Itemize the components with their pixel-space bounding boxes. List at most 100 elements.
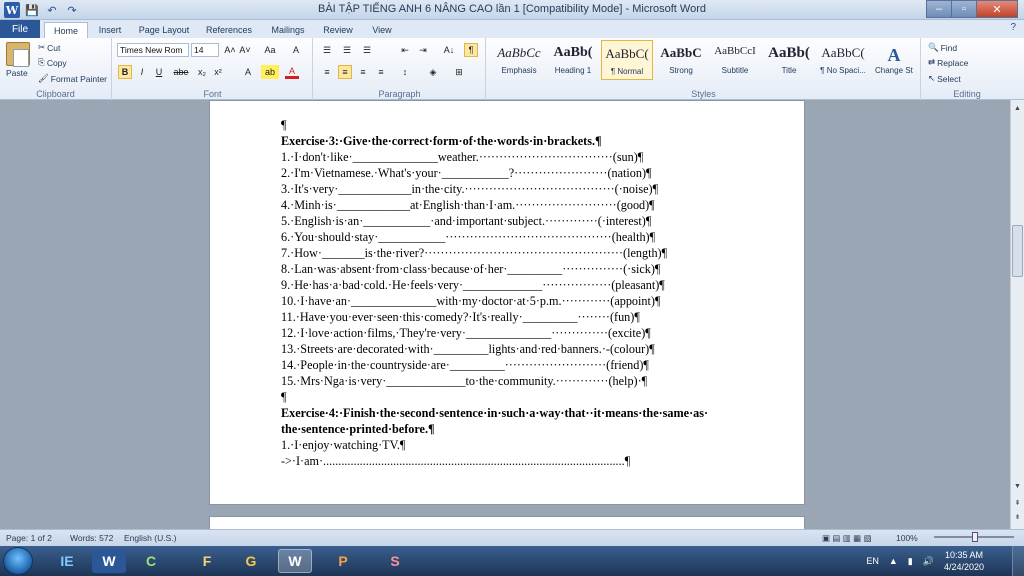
exercise-heading-line[interactable]: Exercise·4:·Finish·the·second·sentence·i…: [281, 405, 761, 421]
change-styles-button[interactable]: A Change Styles: [875, 40, 913, 80]
zoom-slider-knob[interactable]: [972, 532, 978, 542]
align-right-button[interactable]: ≡: [356, 65, 370, 79]
language-indicator[interactable]: English (U.S.): [124, 533, 176, 543]
document-line[interactable]: ¶: [281, 117, 761, 133]
align-left-button[interactable]: ≡: [320, 65, 334, 79]
input-language[interactable]: EN: [866, 556, 879, 566]
decrease-indent-button[interactable]: ⇤: [398, 43, 412, 57]
line-spacing-button[interactable]: ↕: [398, 65, 412, 79]
bold-button[interactable]: B: [118, 65, 132, 79]
document-line[interactable]: 10.·I·have·an·______________with·my·doct…: [281, 293, 761, 309]
minimize-button[interactable]: –: [926, 0, 952, 18]
document-line[interactable]: 15.·Mrs·Nga·is·very·_____________to·the·…: [281, 373, 761, 389]
format-painter-button[interactable]: 🖌 Format Painter: [38, 73, 107, 84]
tab-view[interactable]: View: [364, 22, 400, 38]
maximize-button[interactable]: ▫: [951, 0, 977, 18]
sort-button[interactable]: A↓: [440, 43, 458, 57]
document-line[interactable]: 11.·Have·you·ever·seen·this·comedy?·It's…: [281, 309, 761, 325]
exercise-heading-line[interactable]: Exercise·3:·Give·the·correct·form·of·the…: [281, 133, 761, 149]
clear-format-button[interactable]: A: [289, 43, 303, 57]
scroll-up-icon[interactable]: ▲: [1011, 102, 1024, 115]
show-formatting-button[interactable]: ¶: [464, 43, 478, 57]
shading-button[interactable]: ◈: [426, 65, 440, 79]
style-heading-1[interactable]: AaBb( Heading 1: [547, 40, 599, 80]
bullets-button[interactable]: ☰: [320, 43, 334, 57]
style-title[interactable]: AaBb( Title: [763, 40, 815, 80]
change-case-button[interactable]: Aa: [263, 43, 277, 57]
tab-insert[interactable]: Insert: [90, 22, 130, 38]
multilevel-list-button[interactable]: ☰: [360, 43, 374, 57]
exercise-heading-line[interactable]: the·sentence·printed·before.¶: [281, 421, 761, 437]
taskbar-coccoc-icon[interactable]: C: [134, 549, 168, 573]
italic-button[interactable]: I: [135, 65, 149, 79]
document-body[interactable]: ¶ Exercise·3:·Give·the·correct·form·of·th…: [281, 117, 761, 469]
start-button[interactable]: [3, 547, 33, 575]
tab-page-layout[interactable]: Page Layout: [134, 22, 194, 38]
taskbar-media-player-icon[interactable]: P: [326, 549, 360, 573]
select-button[interactable]: ↖ Select: [928, 73, 961, 84]
taskbar-word-icon[interactable]: W: [92, 549, 126, 573]
taskbar-word-active-icon[interactable]: W: [278, 549, 312, 573]
document-line[interactable]: 8.·Lan·was·absent·from·class·because·of·…: [281, 261, 761, 277]
justify-button[interactable]: ≡: [374, 65, 388, 79]
style-normal[interactable]: AaBbC( ¶ Normal: [601, 40, 653, 80]
next-page-icon[interactable]: ⇟: [1011, 510, 1024, 523]
subscript-button[interactable]: x₂: [195, 65, 209, 79]
cut-button[interactable]: ✂ Cut: [38, 42, 60, 53]
grow-font-button[interactable]: A˄: [223, 43, 237, 57]
borders-button[interactable]: ⊞: [452, 65, 466, 79]
document-line[interactable]: 14.·People·in·the·countryside·are·______…: [281, 357, 761, 373]
tab-file[interactable]: File: [0, 20, 40, 38]
taskbar-file-explorer-icon[interactable]: F: [190, 549, 224, 573]
paste-icon[interactable]: [6, 42, 30, 67]
align-center-button[interactable]: ≡: [338, 65, 352, 79]
taskbar-chrome-icon[interactable]: G: [234, 549, 268, 573]
superscript-button[interactable]: x²: [211, 65, 225, 79]
document-line[interactable]: 6.·You·should·stay·___________··········…: [281, 229, 761, 245]
document-line[interactable]: ¶: [281, 389, 761, 405]
tab-mailings[interactable]: Mailings: [264, 22, 312, 38]
taskbar-snipping-tool-icon[interactable]: S: [378, 549, 412, 573]
find-button[interactable]: 🔍 Find: [928, 42, 957, 53]
increase-indent-button[interactable]: ⇥: [416, 43, 430, 57]
volume-icon[interactable]: 🔊: [923, 556, 934, 567]
show-desktop-button[interactable]: [1012, 546, 1024, 576]
text-effects-icon[interactable]: A: [241, 65, 255, 79]
tab-home[interactable]: Home: [44, 22, 88, 39]
document-line[interactable]: 3.·It's·very·____________in·the·city.···…: [281, 181, 761, 197]
document-line[interactable]: 1.·I·don't·like·______________weather.··…: [281, 149, 761, 165]
document-line[interactable]: 13.·Streets·are·decorated·with·_________…: [281, 341, 761, 357]
close-button[interactable]: ✕: [976, 0, 1018, 18]
network-icon[interactable]: ▮: [908, 556, 913, 567]
scroll-thumb[interactable]: [1012, 225, 1023, 277]
zoom-level[interactable]: 100%: [896, 533, 918, 543]
document-line[interactable]: 1.·I·enjoy·watching·TV.¶: [281, 437, 761, 453]
font-name-select[interactable]: Times New Rom: [117, 43, 189, 57]
document-page[interactable]: ¶ Exercise·3:·Give·the·correct·form·of·th…: [209, 100, 805, 505]
paste-button[interactable]: Paste: [6, 68, 28, 78]
page-count[interactable]: Page: 1 of 2: [6, 533, 52, 543]
taskbar-clock[interactable]: 10:35 AM 4/24/2020: [944, 549, 984, 573]
font-size-select[interactable]: 14: [191, 43, 219, 57]
shrink-font-button[interactable]: A˅: [238, 43, 252, 57]
font-color-button[interactable]: A: [285, 65, 299, 79]
scroll-down-icon[interactable]: ▼: [1011, 480, 1024, 493]
style-emphasis[interactable]: AaBbCc Emphasis: [493, 40, 545, 80]
view-buttons-icon[interactable]: ▣ ▤ ▥ ▦ ▧: [822, 533, 872, 544]
strikethrough-button[interactable]: abe: [171, 65, 191, 79]
style-subtitle[interactable]: AaBbCcI Subtitle: [709, 40, 761, 80]
help-icon[interactable]: ?: [1010, 22, 1016, 33]
document-line[interactable]: 9.·He·has·a·bad·cold.·He·feels·very·____…: [281, 277, 761, 293]
taskbar-internet-explorer-icon[interactable]: IE: [50, 549, 84, 573]
tab-review[interactable]: Review: [316, 22, 360, 38]
document-page-2[interactable]: [209, 516, 805, 529]
document-line[interactable]: 2.·I'm·Vietnamese.·What's·your·_________…: [281, 165, 761, 181]
tray-up-arrow-icon[interactable]: ▲: [889, 556, 898, 566]
replace-button[interactable]: ⇄ Replace: [928, 57, 968, 68]
underline-button[interactable]: U: [152, 65, 166, 79]
document-line[interactable]: 5.·English·is·an·___________·and·importa…: [281, 213, 761, 229]
tab-references[interactable]: References: [200, 22, 258, 38]
highlight-button[interactable]: ab: [261, 65, 279, 79]
document-line[interactable]: 7.·How·_______is·the·river?·············…: [281, 245, 761, 261]
previous-page-icon[interactable]: ⇞: [1011, 496, 1024, 509]
